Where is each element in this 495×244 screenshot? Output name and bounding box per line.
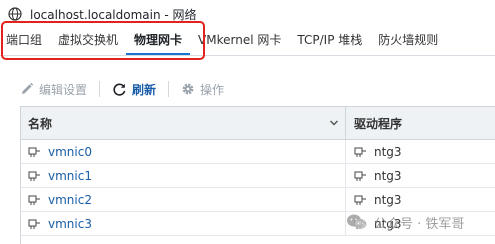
nic-driver-value: ntg3 <box>374 144 402 159</box>
column-header-name[interactable]: 名称 <box>21 107 346 139</box>
toolbar-divider <box>168 81 170 97</box>
table-row[interactable]: vmnic0 ntg3 <box>21 140 495 164</box>
sort-chevron-icon[interactable] <box>329 117 339 131</box>
nic-driver-cell: ntg3 <box>346 140 495 163</box>
tab-virtual-switches[interactable]: 虚拟交换机 <box>50 28 126 55</box>
physical-nic-icon <box>354 146 367 158</box>
watermark: 公众号 · 铁军哥 <box>346 210 464 234</box>
nic-name-cell: vmnic0 <box>21 140 346 163</box>
column-header-driver-label: 驱动程序 <box>354 116 403 131</box>
tab-firewall-rules[interactable]: 防火墙规则 <box>370 28 446 55</box>
nic-name-cell: vmnic3 <box>21 212 346 235</box>
tab-vmkernel-nics[interactable]: VMkernel 网卡 <box>190 28 289 55</box>
column-header-driver[interactable]: 驱动程序 <box>346 107 495 139</box>
physical-nic-icon <box>28 146 41 158</box>
physical-nic-icon <box>28 170 41 182</box>
wechat-logo-icon <box>346 213 368 231</box>
window-title-bar: localhost.localdomain - 网络 <box>0 0 495 28</box>
nic-name-link[interactable]: vmnic3 <box>48 217 92 231</box>
refresh-button[interactable]: 刷新 <box>112 81 156 98</box>
table-row[interactable]: vmnic2 ntg3 <box>21 188 495 212</box>
tab-bar: 端口组 虚拟交换机 物理网卡 VMkernel 网卡 TCP/IP 堆栈 防火墙… <box>0 28 495 56</box>
nic-name-cell: vmnic2 <box>21 188 346 211</box>
nic-name-link[interactable]: vmnic1 <box>48 169 92 183</box>
nic-driver-cell: ntg3 <box>346 164 495 187</box>
window-title: localhost.localdomain - 网络 <box>30 7 197 22</box>
tab-port-groups[interactable]: 端口组 <box>0 28 50 55</box>
pencil-icon <box>20 82 34 96</box>
actions-button[interactable]: 操作 <box>181 81 224 98</box>
physical-nic-icon <box>354 170 367 182</box>
edit-settings-button[interactable]: 编辑设置 <box>20 81 87 98</box>
watermark-text: 公众号 · 铁军哥 <box>374 216 465 232</box>
refresh-icon <box>112 82 127 97</box>
nic-name-link[interactable]: vmnic0 <box>48 145 92 159</box>
tab-tcpip-stacks[interactable]: TCP/IP 堆栈 <box>289 28 370 55</box>
toolbar-divider <box>99 81 101 97</box>
network-globe-icon <box>8 7 22 21</box>
physical-nic-icon <box>354 194 367 206</box>
actions-label: 操作 <box>200 82 225 97</box>
tab-physical-nics[interactable]: 物理网卡 <box>126 28 191 55</box>
edit-settings-label: 编辑设置 <box>39 82 88 97</box>
nic-name-cell: vmnic1 <box>21 164 346 187</box>
table-row[interactable]: vmnic1 ntg3 <box>21 164 495 188</box>
refresh-label: 刷新 <box>132 82 157 97</box>
physical-nic-icon <box>28 218 41 230</box>
nic-driver-cell: ntg3 <box>346 188 495 211</box>
nic-name-link[interactable]: vmnic2 <box>48 193 92 207</box>
nic-driver-value: ntg3 <box>374 168 402 183</box>
physical-nic-icon <box>28 194 41 206</box>
column-header-name-label: 名称 <box>28 116 53 131</box>
gear-icon <box>181 82 195 96</box>
nic-driver-value: ntg3 <box>374 192 402 207</box>
table-header: 名称 驱动程序 <box>21 107 495 140</box>
toolbar: 编辑设置 刷新 操作 <box>20 76 495 102</box>
